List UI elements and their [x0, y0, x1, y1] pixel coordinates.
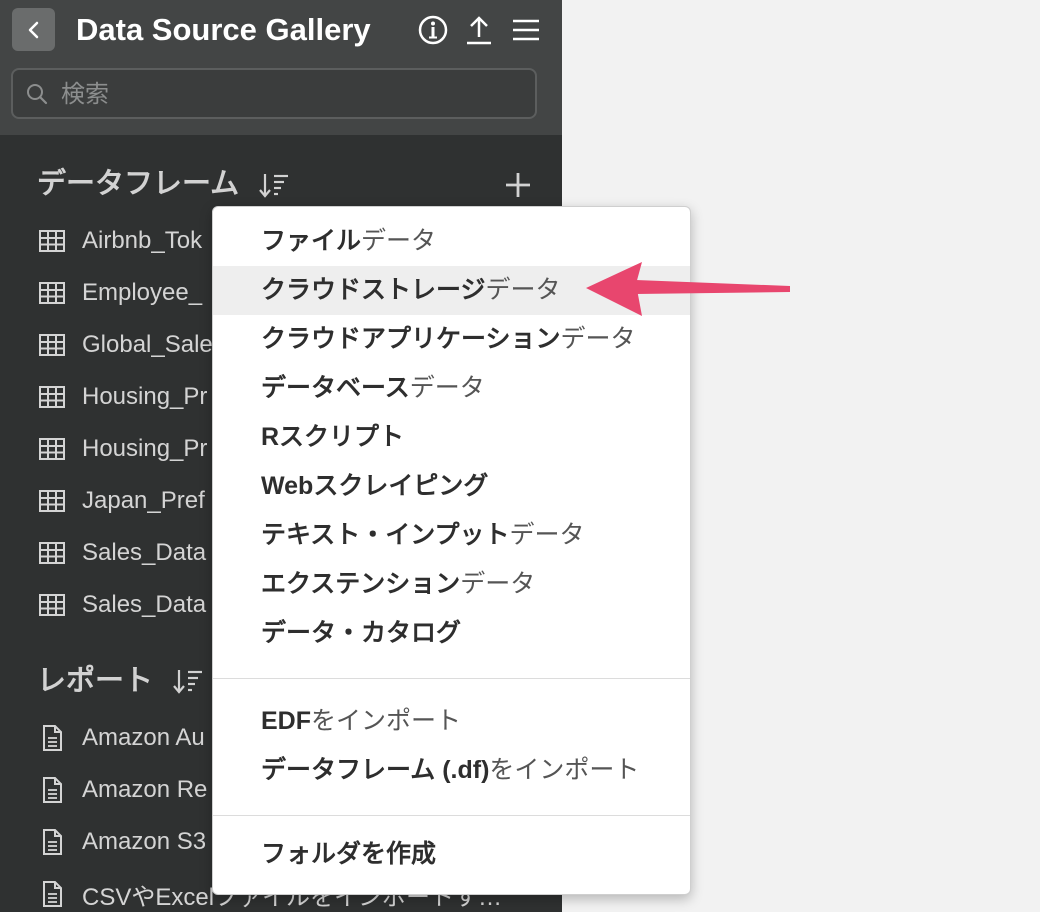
report-label: Amazon S3	[82, 828, 207, 855]
menu-item-text-input-data[interactable]: テキスト・インプットデータ	[213, 511, 690, 560]
menu-item-r-script[interactable]: Rスクリプト	[213, 413, 690, 462]
menu-item-suffix: データ	[409, 374, 485, 402]
sort-icon[interactable]	[172, 666, 206, 698]
table-icon	[39, 230, 65, 252]
info-icon[interactable]	[416, 13, 450, 47]
menu-item-bold: フォルダを作成	[261, 840, 437, 868]
table-icon	[39, 542, 65, 564]
sort-icon[interactable]	[258, 170, 292, 202]
menu-item-web-scraping[interactable]: Webスクレイピング	[213, 462, 690, 511]
annotation-arrow-icon	[586, 262, 790, 316]
menu-item-bold: Rスクリプト	[261, 423, 405, 451]
menu-item-bold: エクステンション	[261, 570, 461, 598]
menu-item-extension-data[interactable]: エクステンションデータ	[213, 560, 690, 609]
menu-item-suffix: をインポート	[311, 707, 462, 735]
table-icon	[39, 438, 65, 460]
menu-item-data-catalog[interactable]: データ・カタログ	[213, 609, 690, 658]
dataframe-label: Housing_Pr	[82, 435, 208, 462]
menu-item-bold: ファイル	[261, 227, 362, 255]
sidebar-header: Data Source Gallery	[0, 0, 562, 135]
upload-icon[interactable]	[462, 13, 496, 47]
dataframe-label: Sales_Data	[82, 539, 207, 566]
search-box[interactable]	[11, 68, 537, 119]
dataframe-label: Japan_Pref	[82, 487, 205, 514]
table-icon	[39, 490, 65, 512]
dataframe-label: Global_Sale	[82, 331, 213, 358]
table-icon	[39, 594, 65, 616]
menu-divider	[213, 678, 690, 679]
dataframe-label: Airbnb_Tok	[82, 227, 203, 254]
back-button[interactable]	[12, 8, 55, 51]
document-icon	[43, 777, 62, 803]
menu-item-database-data[interactable]: データベースデータ	[213, 364, 690, 413]
report-label: Amazon Au	[82, 724, 205, 751]
document-icon	[43, 829, 62, 855]
section-title-dataframes: データフレーム	[37, 168, 240, 200]
menu-item-create-folder[interactable]: フォルダを作成	[213, 830, 690, 879]
dataframe-label: Sales_Data	[82, 591, 207, 618]
table-icon	[39, 334, 65, 356]
table-icon	[39, 386, 65, 408]
search-icon	[27, 84, 48, 105]
dataframe-label: Housing_Pr	[82, 383, 208, 410]
page-title: Data Source Gallery	[76, 12, 371, 47]
chevron-left-icon	[28, 21, 38, 38]
menu-item-suffix: データ	[485, 276, 561, 304]
document-icon	[43, 725, 62, 751]
menu-divider	[213, 815, 690, 816]
menu-item-bold: クラウドアプリケーション	[261, 325, 561, 353]
menu-item-bold: データベース	[261, 374, 410, 402]
menu-item-bold: データ・カタログ	[261, 619, 462, 647]
menu-item-suffix: をインポート	[489, 756, 640, 784]
section-title-reports: レポート	[37, 665, 154, 697]
menu-item-bold: EDF	[261, 707, 311, 735]
menu-item-import-df[interactable]: データフレーム (.df)をインポート	[213, 746, 690, 795]
dataframe-label: Employee_	[82, 279, 203, 306]
menu-item-suffix: データ	[460, 570, 536, 598]
menu-item-suffix: データ	[361, 227, 437, 255]
report-label: Amazon Re	[82, 776, 208, 803]
search-input[interactable]	[59, 70, 523, 119]
menu-item-bold: クラウドストレージ	[261, 276, 486, 304]
hamburger-icon[interactable]	[509, 13, 543, 47]
table-icon	[39, 282, 65, 304]
add-icon[interactable]	[504, 171, 532, 199]
document-icon	[43, 881, 62, 907]
menu-item-bold: データフレーム (.df)	[261, 756, 490, 784]
menu-item-bold: テキスト・インプット	[261, 521, 510, 549]
menu-item-import-edf[interactable]: EDFをインポート	[213, 697, 690, 746]
menu-item-suffix: データ	[509, 521, 585, 549]
menu-item-bold: Webスクレイピング	[261, 472, 489, 500]
